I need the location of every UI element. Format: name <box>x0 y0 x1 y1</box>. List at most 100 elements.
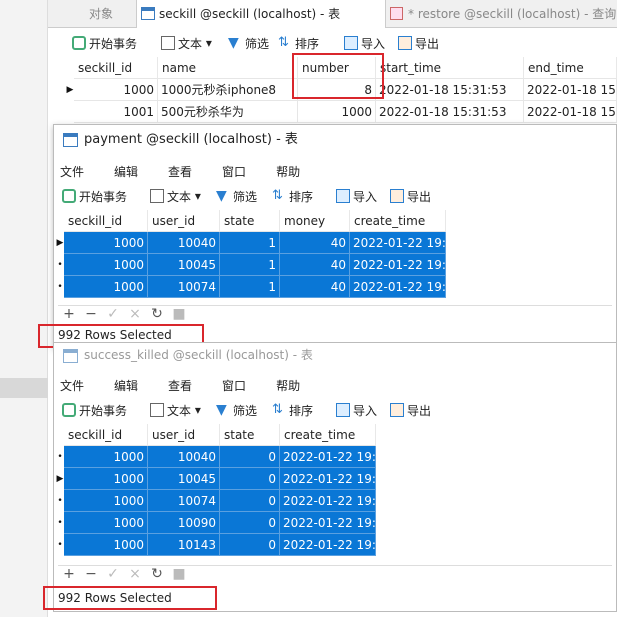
column-header[interactable]: create_time <box>350 210 446 232</box>
begin-transaction-button[interactable]: 开始事务 <box>58 400 131 420</box>
tab-seckill[interactable]: seckill @seckill (localhost) - 表 <box>136 0 386 28</box>
filter-button[interactable]: ▼ 筛选 <box>212 186 261 206</box>
delete-record-icon[interactable]: − <box>80 306 102 322</box>
table-cell[interactable]: 1000 <box>74 79 158 101</box>
column-header[interactable]: name <box>158 57 298 79</box>
filter-button[interactable]: ▼ 筛选 <box>212 400 261 420</box>
table-cell[interactable]: 10045 <box>148 468 220 490</box>
table-cell[interactable]: 2022-01-18 15:31:53 <box>376 79 524 101</box>
menu-view[interactable]: 查看 <box>168 377 192 394</box>
table-cell[interactable]: 10040 <box>148 232 220 254</box>
text-button[interactable]: 文本 ▾ <box>146 186 205 206</box>
add-record-icon[interactable]: + <box>58 306 80 322</box>
export-button[interactable]: 导出 <box>386 186 435 206</box>
import-button[interactable]: 导入 <box>332 186 381 206</box>
table-cell[interactable]: 0 <box>220 446 280 468</box>
menu-edit[interactable]: 编辑 <box>114 163 138 180</box>
column-header[interactable]: user_id <box>148 424 220 446</box>
table-cell[interactable]: 2022-01-22 19:0 <box>280 490 376 512</box>
begin-transaction-button[interactable]: 开始事务 <box>68 33 141 53</box>
table-cell[interactable]: 1000 <box>298 101 376 123</box>
import-button[interactable]: 导入 <box>340 33 389 53</box>
table-cell[interactable]: 2022-01-22 19:0 <box>280 512 376 534</box>
table-cell[interactable]: 1 <box>220 254 280 276</box>
sort-button[interactable]: ⇅ 排序 <box>268 400 317 420</box>
table-cell[interactable]: 1000 <box>64 468 148 490</box>
table-cell[interactable]: 1000 <box>64 232 148 254</box>
filter-button[interactable]: ▼ 筛选 <box>224 33 273 53</box>
column-header[interactable]: seckill_id <box>74 57 158 79</box>
table-cell[interactable]: 10074 <box>148 276 220 298</box>
table-cell[interactable]: 1000 <box>64 534 148 556</box>
text-button[interactable]: 文本 ▾ <box>146 400 205 420</box>
menu-edit[interactable]: 编辑 <box>114 377 138 394</box>
table-cell[interactable]: 1000 <box>64 276 148 298</box>
menu-window[interactable]: 窗口 <box>222 163 246 180</box>
export-button[interactable]: 导出 <box>386 400 435 420</box>
table-cell[interactable]: 10074 <box>148 490 220 512</box>
column-header[interactable]: seckill_id <box>64 424 148 446</box>
column-header[interactable]: create_time <box>280 424 376 446</box>
table-cell[interactable]: 2022-01-22 19:0 <box>350 276 446 298</box>
table-cell[interactable]: 1000 <box>64 446 148 468</box>
tab-objects[interactable]: 对象 <box>66 0 136 28</box>
column-header[interactable]: start_time <box>376 57 524 79</box>
stop-icon[interactable]: ■ <box>168 566 190 582</box>
table-cell[interactable]: 10090 <box>148 512 220 534</box>
refresh-icon[interactable]: ↻ <box>146 306 168 322</box>
column-header[interactable]: state <box>220 424 280 446</box>
export-button[interactable]: 导出 <box>394 33 443 53</box>
delete-record-icon[interactable]: − <box>80 566 102 582</box>
table-cell[interactable]: 0 <box>220 534 280 556</box>
apply-icon[interactable]: ✓ <box>102 306 124 322</box>
table-cell[interactable]: 2022-01-18 15:3 <box>524 101 617 123</box>
table-cell[interactable]: 1001 <box>74 101 158 123</box>
table-cell[interactable]: 500元秒杀华为 <box>158 101 298 123</box>
tab-restore-query[interactable]: * restore @seckill (localhost) - 查询 <box>386 0 617 28</box>
text-button[interactable]: 文本 ▾ <box>157 33 216 53</box>
menu-view[interactable]: 查看 <box>168 163 192 180</box>
column-header[interactable]: user_id <box>148 210 220 232</box>
import-button[interactable]: 导入 <box>332 400 381 420</box>
table-cell[interactable]: 2022-01-22 19:0 <box>280 446 376 468</box>
menu-window[interactable]: 窗口 <box>222 377 246 394</box>
table-cell[interactable]: 2022-01-22 19:0 <box>280 468 376 490</box>
table-cell[interactable]: 1 <box>220 276 280 298</box>
sort-button[interactable]: ⇅ 排序 <box>268 186 317 206</box>
stop-icon[interactable]: ■ <box>168 306 190 322</box>
table-cell[interactable]: 0 <box>220 512 280 534</box>
table-cell[interactable]: 0 <box>220 490 280 512</box>
table-cell[interactable]: 1000 <box>64 254 148 276</box>
table-cell[interactable]: 1000 <box>64 512 148 534</box>
menu-file[interactable]: 文件 <box>60 163 84 180</box>
table-cell[interactable]: 0 <box>220 468 280 490</box>
column-header[interactable]: state <box>220 210 280 232</box>
column-header[interactable]: money <box>280 210 350 232</box>
table-cell[interactable]: 2022-01-18 15:31:53 <box>376 101 524 123</box>
apply-icon[interactable]: ✓ <box>102 566 124 582</box>
table-cell[interactable]: 10045 <box>148 254 220 276</box>
table-cell[interactable]: 40 <box>280 232 350 254</box>
table-cell[interactable]: 40 <box>280 276 350 298</box>
table-cell[interactable]: 1 <box>220 232 280 254</box>
menu-help[interactable]: 帮助 <box>276 163 300 180</box>
menu-help[interactable]: 帮助 <box>276 377 300 394</box>
table-cell[interactable]: 2022-01-22 19:0 <box>280 534 376 556</box>
column-header[interactable]: seckill_id <box>64 210 148 232</box>
refresh-icon[interactable]: ↻ <box>146 566 168 582</box>
table-cell[interactable]: 2022-01-18 15:3 <box>524 79 617 101</box>
cancel-icon[interactable]: × <box>124 306 146 322</box>
table-cell[interactable]: 40 <box>280 254 350 276</box>
table-cell[interactable]: 10143 <box>148 534 220 556</box>
begin-transaction-button[interactable]: 开始事务 <box>58 186 131 206</box>
cancel-icon[interactable]: × <box>124 566 146 582</box>
table-cell[interactable]: 2022-01-22 19:0 <box>350 232 446 254</box>
table-cell[interactable]: 10040 <box>148 446 220 468</box>
sort-button[interactable]: ⇅ 排序 <box>274 33 323 53</box>
table-cell[interactable]: 1000元秒杀iphone8 <box>158 79 298 101</box>
table-cell[interactable]: 1000 <box>64 490 148 512</box>
table-cell[interactable]: 2022-01-22 19:0 <box>350 254 446 276</box>
column-header[interactable]: end_time <box>524 57 617 79</box>
add-record-icon[interactable]: + <box>58 566 80 582</box>
menu-file[interactable]: 文件 <box>60 377 84 394</box>
